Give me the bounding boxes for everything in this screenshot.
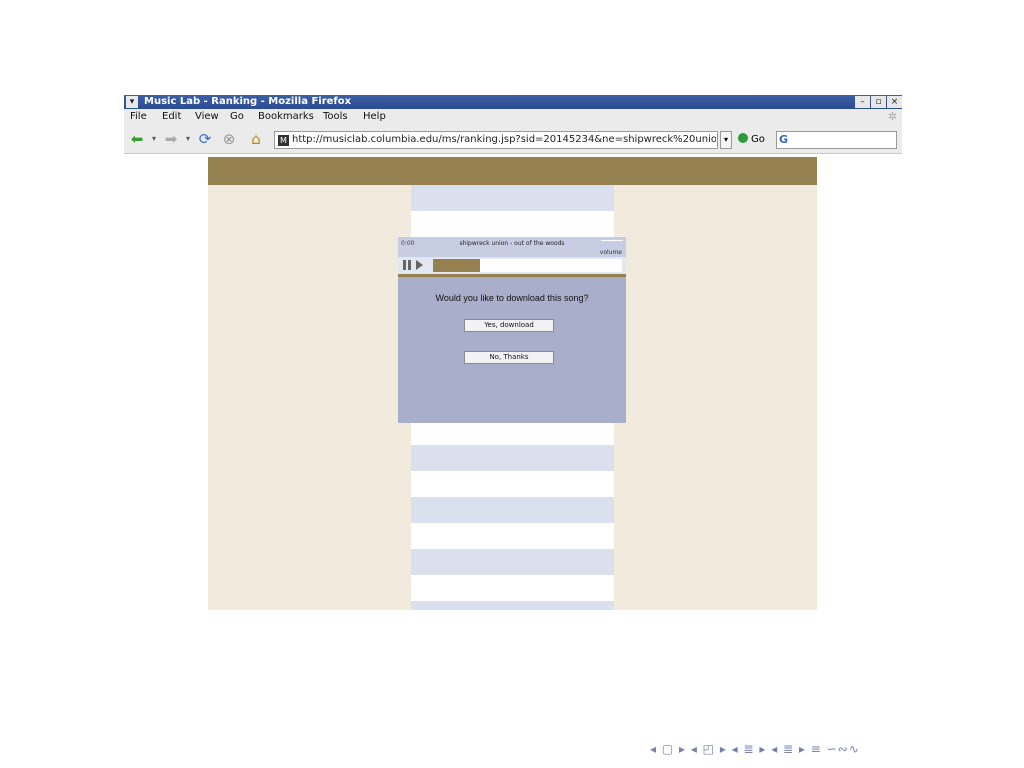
page-content: 0:00 shipwreck union - out of the woods …: [208, 157, 817, 610]
presentation-nav-controls[interactable]: ◂ ▢ ▸ ◂ ◰ ▸ ◂ ≣ ▸ ◂ ≣ ▸ ≡ ∽∾∿: [650, 742, 860, 756]
player-divider: [398, 274, 626, 277]
minimize-icon[interactable]: –: [855, 96, 870, 108]
search-engine-icon[interactable]: G: [779, 134, 788, 146]
menu-tools[interactable]: Tools: [323, 109, 348, 125]
menu-view[interactable]: View: [195, 109, 219, 125]
go-button[interactable]: Go: [738, 131, 765, 149]
song-title: shipwreck union - out of the woods: [459, 240, 565, 247]
site-favicon-icon: M: [278, 135, 289, 146]
url-dropdown-icon[interactable]: ▾: [720, 131, 732, 149]
reload-icon[interactable]: ⟳: [196, 129, 214, 149]
home-icon[interactable]: ⌂: [246, 129, 266, 149]
download-question: Would you like to download this song?: [435, 293, 589, 303]
browser-window: ▾ Music Lab - Ranking - Mozilla Firefox …: [124, 95, 902, 610]
forward-dropdown-icon[interactable]: ▾: [184, 129, 192, 149]
list-item[interactable]: [411, 601, 614, 610]
list-item[interactable]: [411, 471, 614, 497]
list-item[interactable]: [411, 211, 614, 237]
forward-arrow-icon[interactable]: ➡: [162, 129, 180, 149]
back-dropdown-icon[interactable]: ▾: [150, 129, 158, 149]
list-item[interactable]: [411, 549, 614, 575]
no-thanks-button[interactable]: No, Thanks: [464, 351, 554, 364]
list-item[interactable]: [411, 185, 614, 211]
player-controls: [398, 257, 626, 274]
progress-fill: [433, 259, 481, 272]
download-dialog: 0:00 shipwreck union - out of the woods …: [398, 237, 626, 423]
page-header-bar: [208, 157, 817, 185]
close-icon[interactable]: ×: [887, 96, 902, 108]
volume-slider[interactable]: [601, 240, 623, 247]
progress-track[interactable]: [433, 259, 622, 272]
menu-edit[interactable]: Edit: [162, 109, 181, 125]
menu-bookmarks[interactable]: Bookmarks: [258, 109, 314, 125]
list-item[interactable]: [411, 445, 614, 471]
search-input[interactable]: G: [776, 131, 897, 149]
menu-bar: File Edit View Go Bookmarks Tools Help ✲: [124, 109, 902, 125]
play-icon[interactable]: [416, 260, 423, 270]
navigation-toolbar: ⬅ ▾ ➡ ▾ ⟳ ⊗ ⌂ M http://musiclab.columbia…: [124, 125, 902, 154]
stop-icon[interactable]: ⊗: [220, 129, 238, 149]
maximize-icon[interactable]: ▫: [871, 96, 886, 108]
list-item[interactable]: [411, 523, 614, 549]
menu-help[interactable]: Help: [363, 109, 386, 125]
go-icon: [738, 133, 748, 143]
menu-go[interactable]: Go: [230, 109, 244, 125]
list-item[interactable]: [411, 497, 614, 523]
player-time: 0:00: [401, 240, 415, 247]
volume-label: volume: [599, 249, 622, 256]
list-item[interactable]: [411, 575, 614, 601]
pause-icon[interactable]: [403, 260, 411, 270]
throbber-icon: ✲: [887, 110, 898, 123]
go-label: Go: [751, 134, 765, 145]
song-player: 0:00 shipwreck union - out of the woods …: [398, 237, 626, 277]
window-controls: – ▫ ×: [855, 96, 902, 108]
window-title: Music Lab - Ranking - Mozilla Firefox: [144, 96, 352, 107]
window-menu-icon[interactable]: ▾: [126, 96, 138, 108]
url-input[interactable]: http://musiclab.columbia.edu/ms/ranking.…: [292, 132, 716, 148]
back-arrow-icon[interactable]: ⬅: [128, 129, 146, 149]
menu-file[interactable]: File: [130, 109, 147, 125]
url-bar[interactable]: M http://musiclab.columbia.edu/ms/rankin…: [274, 131, 718, 149]
title-bar[interactable]: ▾ Music Lab - Ranking - Mozilla Firefox …: [124, 95, 902, 109]
yes-download-button[interactable]: Yes, download: [464, 319, 554, 332]
